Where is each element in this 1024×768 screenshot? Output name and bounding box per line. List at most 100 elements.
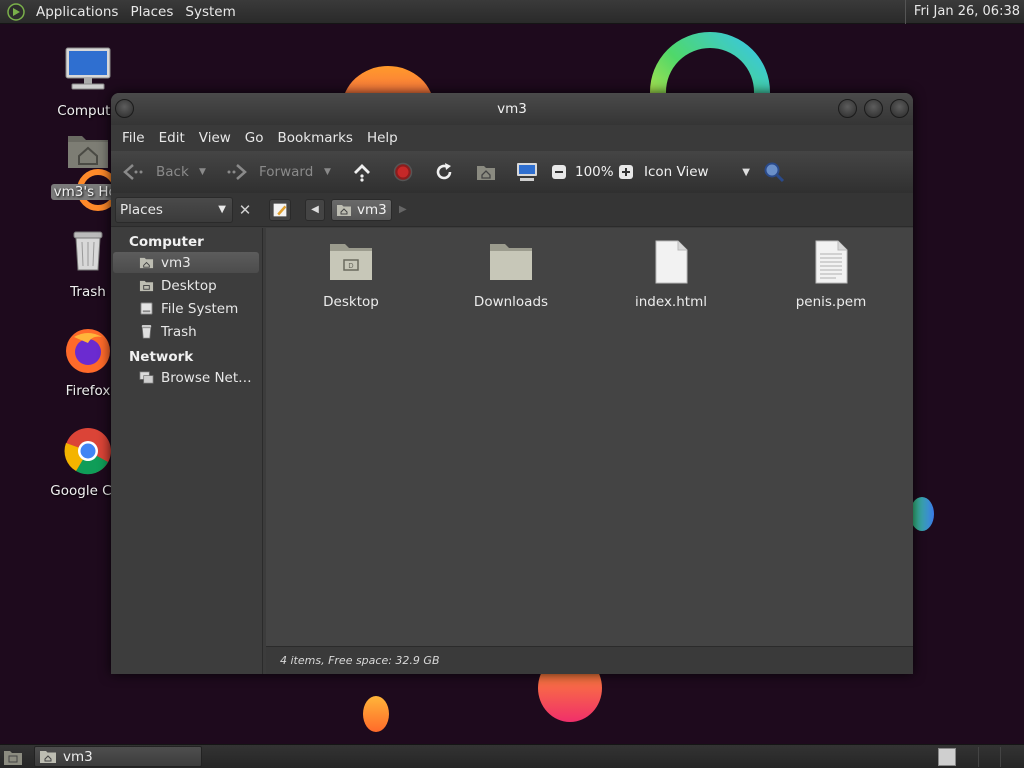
file-item-downloads[interactable]: Downloads — [456, 238, 566, 310]
reload-icon[interactable] — [434, 162, 454, 182]
menu-edit[interactable]: Edit — [152, 130, 192, 146]
system-menu[interactable]: System — [179, 0, 241, 24]
chrome-icon — [64, 428, 111, 475]
menu-help[interactable]: Help — [360, 130, 405, 146]
breadcrumb-scroll-right[interactable]: ▶ — [399, 199, 407, 221]
firefox-icon — [66, 329, 110, 373]
view-mode-select[interactable]: Icon View ▼ — [644, 151, 750, 193]
desktop-folder-icon — [139, 280, 154, 292]
sidebar-header-computer: Computer — [129, 234, 204, 250]
desktop-folder-icon: D — [330, 244, 372, 280]
menubar: File Edit View Go Bookmarks Help — [111, 125, 913, 151]
trash-icon — [73, 231, 103, 271]
up-arrow-icon[interactable] — [352, 162, 372, 182]
search-icon[interactable] — [762, 161, 786, 183]
computer-icon[interactable] — [515, 161, 539, 183]
menu-file[interactable]: File — [115, 130, 152, 146]
file-item-desktop[interactable]: D Desktop — [296, 238, 406, 310]
bottom-panel: vm3 — [0, 744, 1024, 768]
menu-bookmarks[interactable]: Bookmarks — [271, 130, 360, 146]
distro-logo-icon[interactable] — [6, 2, 26, 22]
file-name: Desktop — [323, 294, 379, 310]
svg-text:D: D — [348, 262, 353, 270]
view-mode-value: Icon View — [644, 164, 709, 180]
places-menu[interactable]: Places — [124, 0, 179, 24]
sidebar-item-label: Desktop — [161, 277, 217, 294]
zoom-out-icon[interactable] — [551, 164, 567, 180]
workspace-divider — [978, 747, 979, 767]
window-menu-icon[interactable] — [115, 99, 134, 118]
places-sidebar: Computer vm3 Desktop File System Trash N… — [111, 228, 263, 674]
home-folder-icon — [40, 751, 56, 763]
applications-menu[interactable]: Applications — [30, 0, 124, 24]
window-title: vm3 — [497, 101, 527, 117]
sidebar-item-file-system[interactable]: File System — [113, 298, 259, 319]
zoom-level: 100% — [575, 164, 614, 180]
file-name: index.html — [635, 294, 707, 310]
back-arrow-icon — [123, 164, 143, 180]
home-icon — [139, 257, 154, 269]
file-icon-view[interactable]: D Desktop Downloads index.html penis.pem — [266, 228, 913, 646]
file-name: Downloads — [473, 294, 549, 310]
status-bar: 4 items, Free space: 32.9 GB — [266, 646, 913, 674]
folder-icon — [490, 244, 532, 280]
menu-view[interactable]: View — [192, 130, 238, 146]
minimize-button[interactable] — [838, 99, 857, 118]
taskbar-button-label: vm3 — [63, 748, 93, 765]
sidebar-item-label: Trash — [161, 323, 197, 340]
home-folder-icon — [68, 136, 108, 168]
chevron-down-icon: ▼ — [218, 204, 226, 215]
status-text: 4 items, Free space: 32.9 GB — [280, 654, 440, 667]
back-label: Back — [156, 164, 189, 180]
file-name: penis.pem — [795, 294, 867, 310]
forward-arrow-icon — [227, 164, 247, 180]
home-icon — [337, 205, 351, 216]
back-button[interactable]: Back — [121, 151, 189, 193]
workspace-divider — [1000, 747, 1001, 767]
file-item-penis-pem[interactable]: penis.pem — [776, 238, 886, 310]
breadcrumb-current[interactable]: vm3 — [331, 199, 392, 221]
panel-clock[interactable]: Fri Jan 26, 06:38 — [904, 0, 1024, 24]
forward-history-dropdown[interactable]: ▼ — [324, 151, 331, 193]
menu-go[interactable]: Go — [238, 130, 271, 146]
desktop-icon-label: Firefox — [65, 383, 111, 399]
sidebar-item-label: Browse Net… — [161, 369, 252, 386]
forward-button[interactable]: Forward — [225, 151, 313, 193]
sidebar-item-trash[interactable]: Trash — [113, 321, 259, 342]
sidebar-item-browse-network[interactable]: Browse Net… — [113, 367, 259, 388]
top-panel: Applications Places System Fri Jan 26, 0… — [0, 0, 1024, 24]
stop-icon[interactable] — [393, 162, 413, 182]
file-item-index-html[interactable]: index.html — [616, 238, 726, 310]
forward-label: Forward — [259, 164, 314, 180]
zoom-in-icon[interactable] — [618, 164, 634, 180]
back-history-dropdown[interactable]: ▼ — [199, 151, 206, 193]
sidebar-item-label: File System — [161, 300, 239, 317]
close-sidebar-icon[interactable]: ✕ — [235, 200, 255, 220]
sidebar-type-value: Places — [120, 202, 163, 218]
trash-icon — [141, 324, 152, 339]
sidebar-item-label: vm3 — [161, 254, 191, 271]
file-manager-window: vm3 File Edit View Go Bookmarks Help Bac… — [111, 93, 913, 674]
sidebar-item-desktop[interactable]: Desktop — [113, 275, 259, 296]
maximize-button[interactable] — [864, 99, 883, 118]
sidebar-item-vm3[interactable]: vm3 — [113, 252, 259, 273]
harddisk-icon — [140, 302, 153, 315]
location-bar: Places ▼ ✕ ◀ vm3 ▶ — [111, 193, 913, 227]
workspace-switcher-1[interactable] — [938, 748, 956, 766]
taskbar-button-vm3[interactable]: vm3 — [34, 746, 202, 767]
sidebar-header-network: Network — [129, 349, 194, 365]
html-file-icon — [655, 240, 688, 284]
desktop-icon-label: Trash — [70, 284, 106, 300]
close-button[interactable] — [890, 99, 909, 118]
window-titlebar[interactable]: vm3 — [111, 93, 913, 125]
breadcrumb-scroll-left[interactable]: ◀ — [305, 199, 325, 221]
network-icon — [139, 371, 154, 384]
toolbar: Back ▼ Forward ▼ 100% Icon View ▼ — [111, 151, 913, 193]
show-desktop-icon[interactable] — [3, 748, 23, 766]
text-file-icon — [815, 240, 848, 284]
computer-icon — [65, 47, 111, 90]
home-icon[interactable] — [475, 162, 497, 182]
sidebar-type-select[interactable]: Places ▼ — [115, 197, 233, 223]
edit-location-icon[interactable] — [269, 199, 291, 221]
chevron-down-icon: ▼ — [742, 166, 750, 178]
